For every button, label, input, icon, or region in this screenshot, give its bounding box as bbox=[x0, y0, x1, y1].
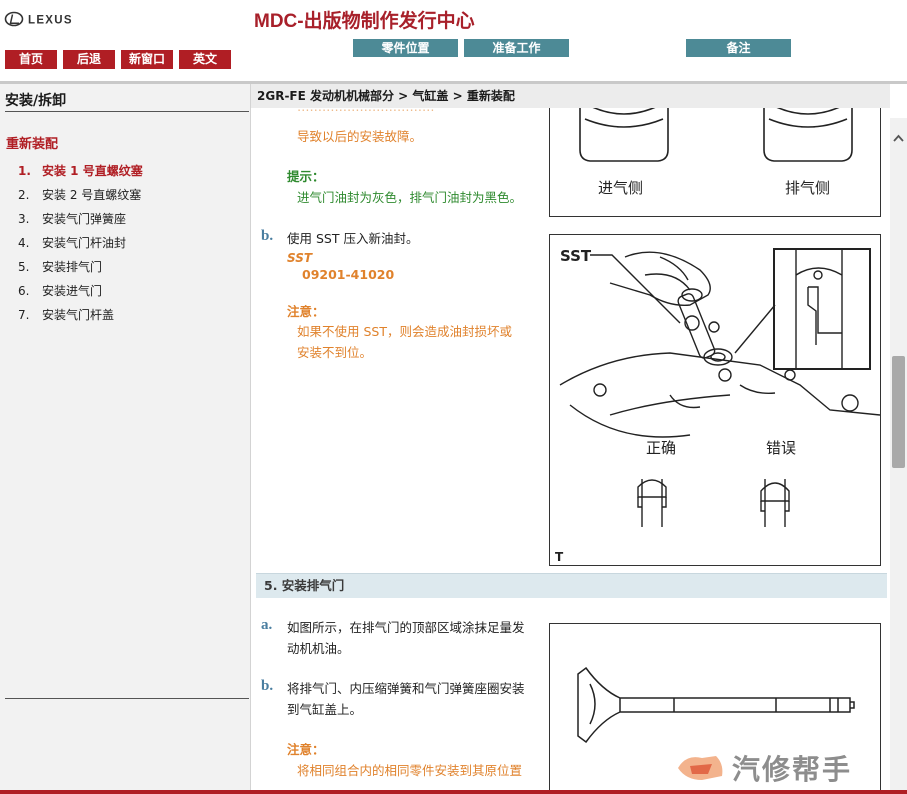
sidebar-heading: 安装/拆卸 bbox=[5, 93, 67, 109]
breadcrumb: 2GR-FE 发动机机械部分 > 气缸盖 > 重新装配 bbox=[251, 84, 890, 108]
intake-side-label: 进气侧 bbox=[598, 179, 643, 197]
oil-seal-color-figure: 进气侧 排气侧 bbox=[549, 108, 881, 217]
toc-item-label: 安装 2 号直螺纹塞 bbox=[42, 188, 142, 202]
step-letter: a. bbox=[261, 617, 273, 633]
notice-text-line2: 安装不到位。 bbox=[297, 345, 373, 360]
scrollbar-thumb[interactable] bbox=[892, 356, 905, 468]
toc-item-valve-spring-seat[interactable]: 3. 安装气门弹簧座 bbox=[18, 210, 143, 234]
exhaust-side-label: 排气侧 bbox=[785, 179, 830, 197]
step-letter: b. bbox=[261, 678, 274, 694]
correct-label: 正确 bbox=[646, 439, 676, 457]
parts-location-button[interactable]: 零件位置 bbox=[353, 39, 458, 57]
step-b-text: 使用 SST 压入新油封。 bbox=[287, 231, 419, 246]
sidebar: 安装/拆卸 重新装配 1. 安装 1 号直螺纹塞 2. 安装 2 号直螺纹塞 3. 安… bbox=[0, 84, 251, 794]
bottom-bar bbox=[0, 790, 907, 794]
sst-callout: SST bbox=[560, 247, 592, 265]
header: LEXUS MDC-出版物制作发行中心 首页 后退 新窗口 英文 零件位置 准备… bbox=[0, 0, 907, 84]
step-5a-line1: 如图所示，在排气门的顶部区域涂抹足量发 bbox=[287, 620, 525, 635]
english-button[interactable]: 英文 bbox=[179, 50, 231, 69]
notice-2-text: 将相同组合内的相同零件安装到其原位置 bbox=[297, 763, 523, 778]
notice-label: 注意： bbox=[287, 742, 325, 757]
svg-text:LEXUS: LEXUS bbox=[28, 15, 73, 27]
back-button[interactable]: 后退 bbox=[63, 50, 115, 69]
figure-corner-mark: T bbox=[555, 550, 564, 564]
content-scrollbar[interactable] bbox=[890, 118, 907, 794]
toc-item-install-plug-1[interactable]: 1. 安装 1 号直螺纹塞 bbox=[18, 162, 143, 186]
sst-number-link[interactable]: 09201-41020 bbox=[302, 264, 394, 285]
chevron-up-icon[interactable] bbox=[890, 130, 907, 147]
watermark-text: 汽修帮手 bbox=[732, 753, 852, 786]
preparation-button[interactable]: 准备工作 bbox=[464, 39, 569, 57]
toc-item-valve-stem-oil-seal[interactable]: 4. 安装气门杆油封 bbox=[18, 234, 143, 258]
sidebar-section-title: 重新装配 bbox=[6, 137, 59, 152]
notice-label: 注意： bbox=[287, 304, 325, 319]
site-title: MDC-出版物制作发行中心 bbox=[254, 11, 475, 32]
toc-item-label: 安装气门杆油封 bbox=[42, 236, 127, 250]
toc-item-label: 安装气门弹簧座 bbox=[42, 212, 127, 226]
toc-item-intake-valve[interactable]: 6. 安装进气门 bbox=[18, 282, 143, 306]
toc-item-label: 安装气门杆盖 bbox=[42, 308, 115, 322]
notes-button[interactable]: 备注 bbox=[686, 39, 791, 57]
section-5-header: 5. 安装排气门 bbox=[256, 573, 887, 598]
home-button[interactable]: 首页 bbox=[5, 50, 57, 69]
sst-press-illustration: SST 正确 错误 T bbox=[555, 247, 880, 564]
sidebar-divider bbox=[5, 698, 249, 699]
new-window-button[interactable]: 新窗口 bbox=[121, 50, 173, 69]
toc-item-install-plug-2[interactable]: 2. 安装 2 号直螺纹塞 bbox=[18, 186, 143, 210]
toc-list: 1. 安装 1 号直螺纹塞 2. 安装 2 号直螺纹塞 3. 安装气门弹簧座 4. 安装… bbox=[18, 162, 143, 330]
previous-note-line: 导致以后的安装故障。 bbox=[297, 129, 423, 144]
step-5a-line2: 动机机油。 bbox=[287, 641, 350, 656]
watermark: 汽修帮手 bbox=[672, 750, 904, 786]
toc-item-valve-stem-cap[interactable]: 7. 安装气门杆盖 bbox=[18, 306, 143, 330]
sidebar-divider bbox=[5, 111, 249, 112]
toc-item-exhaust-valve[interactable]: 5. 安装排气门 bbox=[18, 258, 143, 282]
toc-item-label: 安装进气门 bbox=[42, 284, 103, 298]
toc-item-label: 安装 1 号直螺纹塞 bbox=[42, 164, 143, 178]
step-letter: b. bbox=[261, 228, 274, 244]
hint-label: 提示： bbox=[287, 169, 325, 184]
lexus-logo: LEXUS bbox=[4, 11, 73, 27]
step-5b-line2: 到气缸盖上。 bbox=[287, 702, 363, 717]
step-5b-line1: 将排气门、内压缩弹簧和气门弹簧座圈安装 bbox=[287, 681, 525, 696]
hint-text: 进气门油封为灰色，排气门油封为黑色。 bbox=[297, 190, 523, 205]
oil-seal-illustration: 进气侧 排气侧 bbox=[579, 108, 853, 197]
notice-text-line1: 如果不使用 SST，则会造成油封损坏或 bbox=[297, 324, 512, 339]
wrong-label: 错误 bbox=[766, 439, 796, 457]
sst-press-figure: SST 正确 错误 T bbox=[549, 234, 881, 566]
clipped-note-line: …………………………… bbox=[297, 108, 435, 117]
toc-item-label: 安装排气门 bbox=[42, 260, 103, 274]
main-content: …………………………… 导致以后的安装故障。 提示： 进气门油封为灰色，排气门油… bbox=[251, 108, 890, 794]
